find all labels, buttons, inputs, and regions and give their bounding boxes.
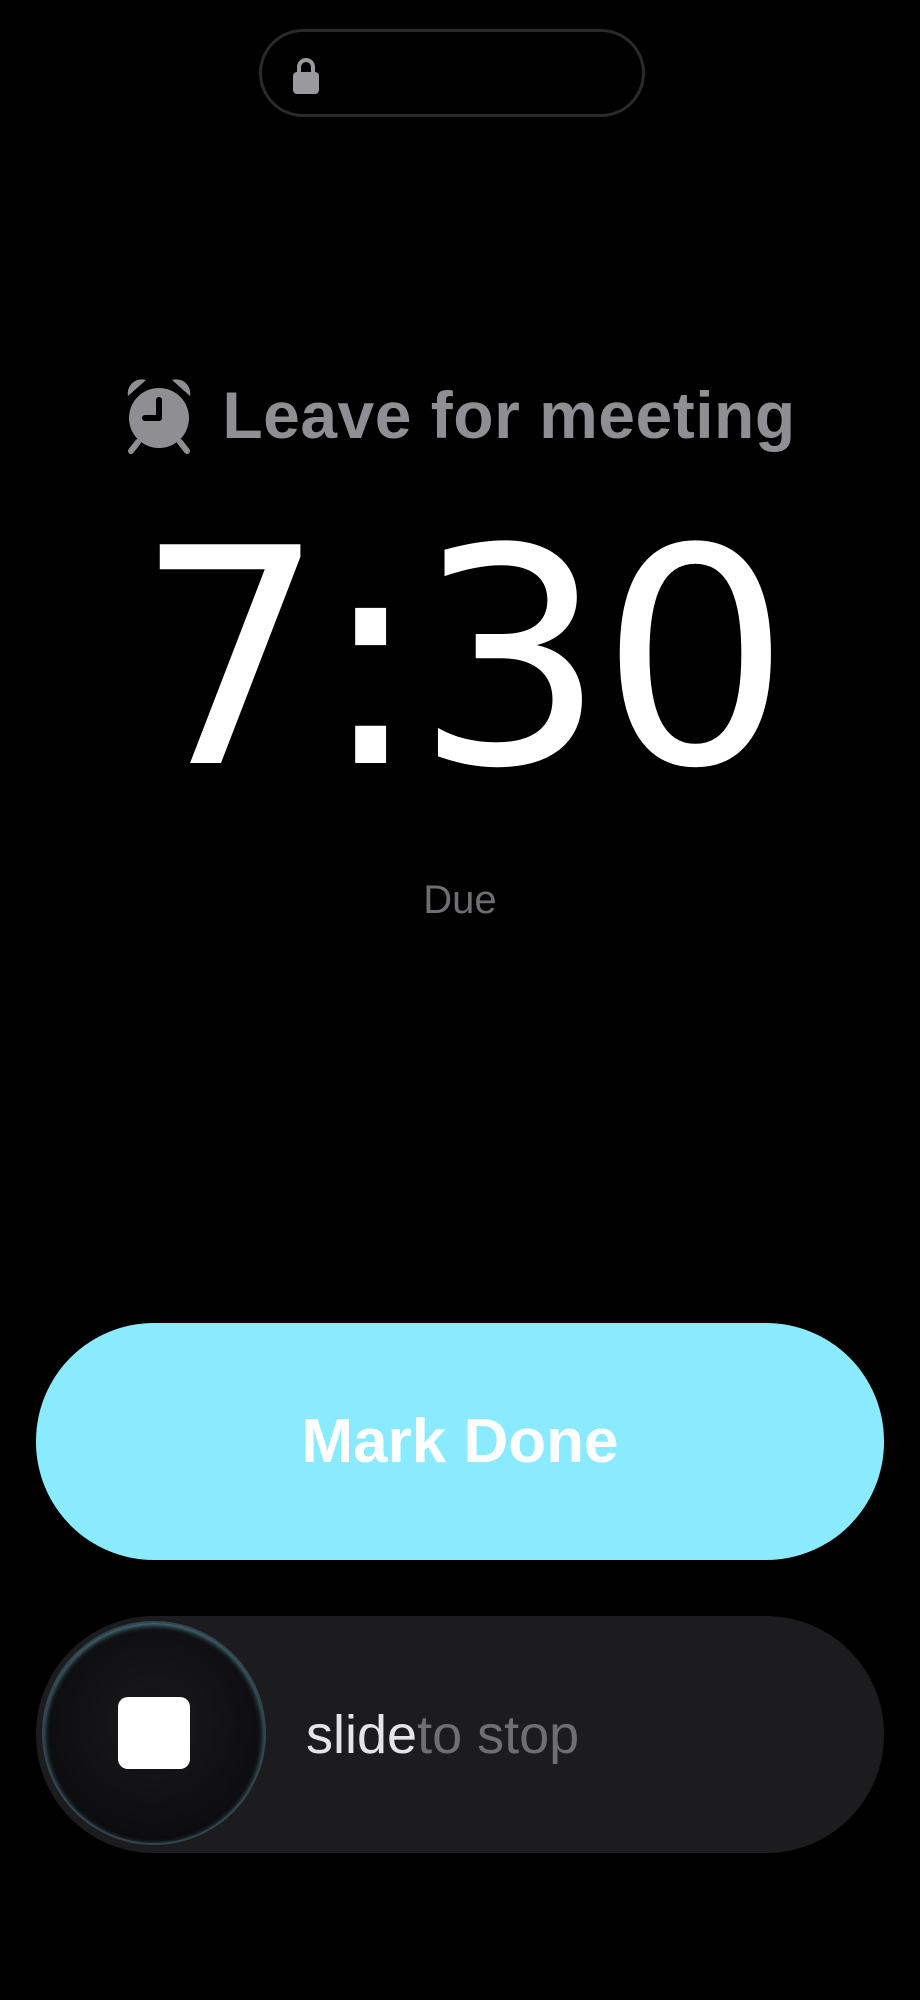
slide-to-stop-knob[interactable] xyxy=(44,1623,264,1843)
stop-icon xyxy=(118,1697,190,1769)
mark-done-button[interactable]: Mark Done xyxy=(36,1323,884,1560)
alarm-title: Leave for meeting xyxy=(222,378,796,452)
slide-label-rest: to stop xyxy=(417,1704,580,1765)
alarm-status-label: Due xyxy=(423,878,497,922)
slide-to-stop-label: slide to stop xyxy=(306,1616,579,1853)
alarm-time: 7:30 xyxy=(135,485,791,834)
lock-icon xyxy=(293,58,319,94)
slide-label-lead: slide xyxy=(306,1704,418,1765)
alarm-title-row: Leave for meeting xyxy=(0,370,920,460)
lock-status-pill xyxy=(259,29,645,117)
slide-to-stop-track[interactable]: slide to stop xyxy=(36,1616,884,1853)
alarm-clock-icon xyxy=(128,379,191,454)
